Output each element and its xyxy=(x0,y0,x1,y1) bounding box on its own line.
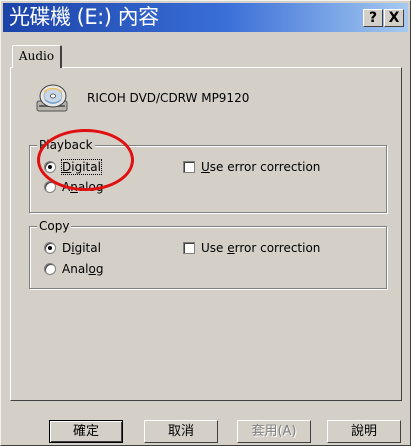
apply-button[interactable]: 套用(A) xyxy=(237,420,311,443)
cd-drive-icon xyxy=(36,84,68,112)
ok-button[interactable]: 確定 xyxy=(49,420,123,443)
copy-group xyxy=(29,226,387,289)
device-name: RICOH DVD/CDRW MP9120 xyxy=(87,91,250,105)
help-dialog-button[interactable]: 說明 xyxy=(327,420,401,443)
copy-analog-label[interactable]: Analog xyxy=(62,262,103,276)
copy-group-label: Copy xyxy=(37,219,72,233)
help-button[interactable]: ? xyxy=(363,9,383,27)
copy-error-correction-label[interactable]: Use error correction xyxy=(201,241,320,255)
cancel-button[interactable]: 取消 xyxy=(144,420,218,443)
copy-analog-radio[interactable] xyxy=(44,263,56,275)
copy-digital-label[interactable]: Digital xyxy=(62,241,101,255)
window-title: 光碟機 (E:) 內容 xyxy=(9,5,159,29)
playback-error-correction-checkbox[interactable] xyxy=(183,161,195,173)
playback-error-correction-label[interactable]: Use error correction xyxy=(201,160,320,174)
close-button[interactable]: X xyxy=(384,9,404,27)
tab-audio[interactable]: Audio xyxy=(12,45,62,68)
red-circle-annotation xyxy=(37,129,134,191)
copy-digital-radio[interactable] xyxy=(44,242,56,254)
title-bar[interactable]: 光碟機 (E:) 內容 ? X xyxy=(3,3,408,32)
properties-dialog: 光碟機 (E:) 內容 ? X Audio RICOH DVD/CDRW MP9… xyxy=(0,0,411,446)
copy-error-correction-checkbox[interactable] xyxy=(183,242,195,254)
